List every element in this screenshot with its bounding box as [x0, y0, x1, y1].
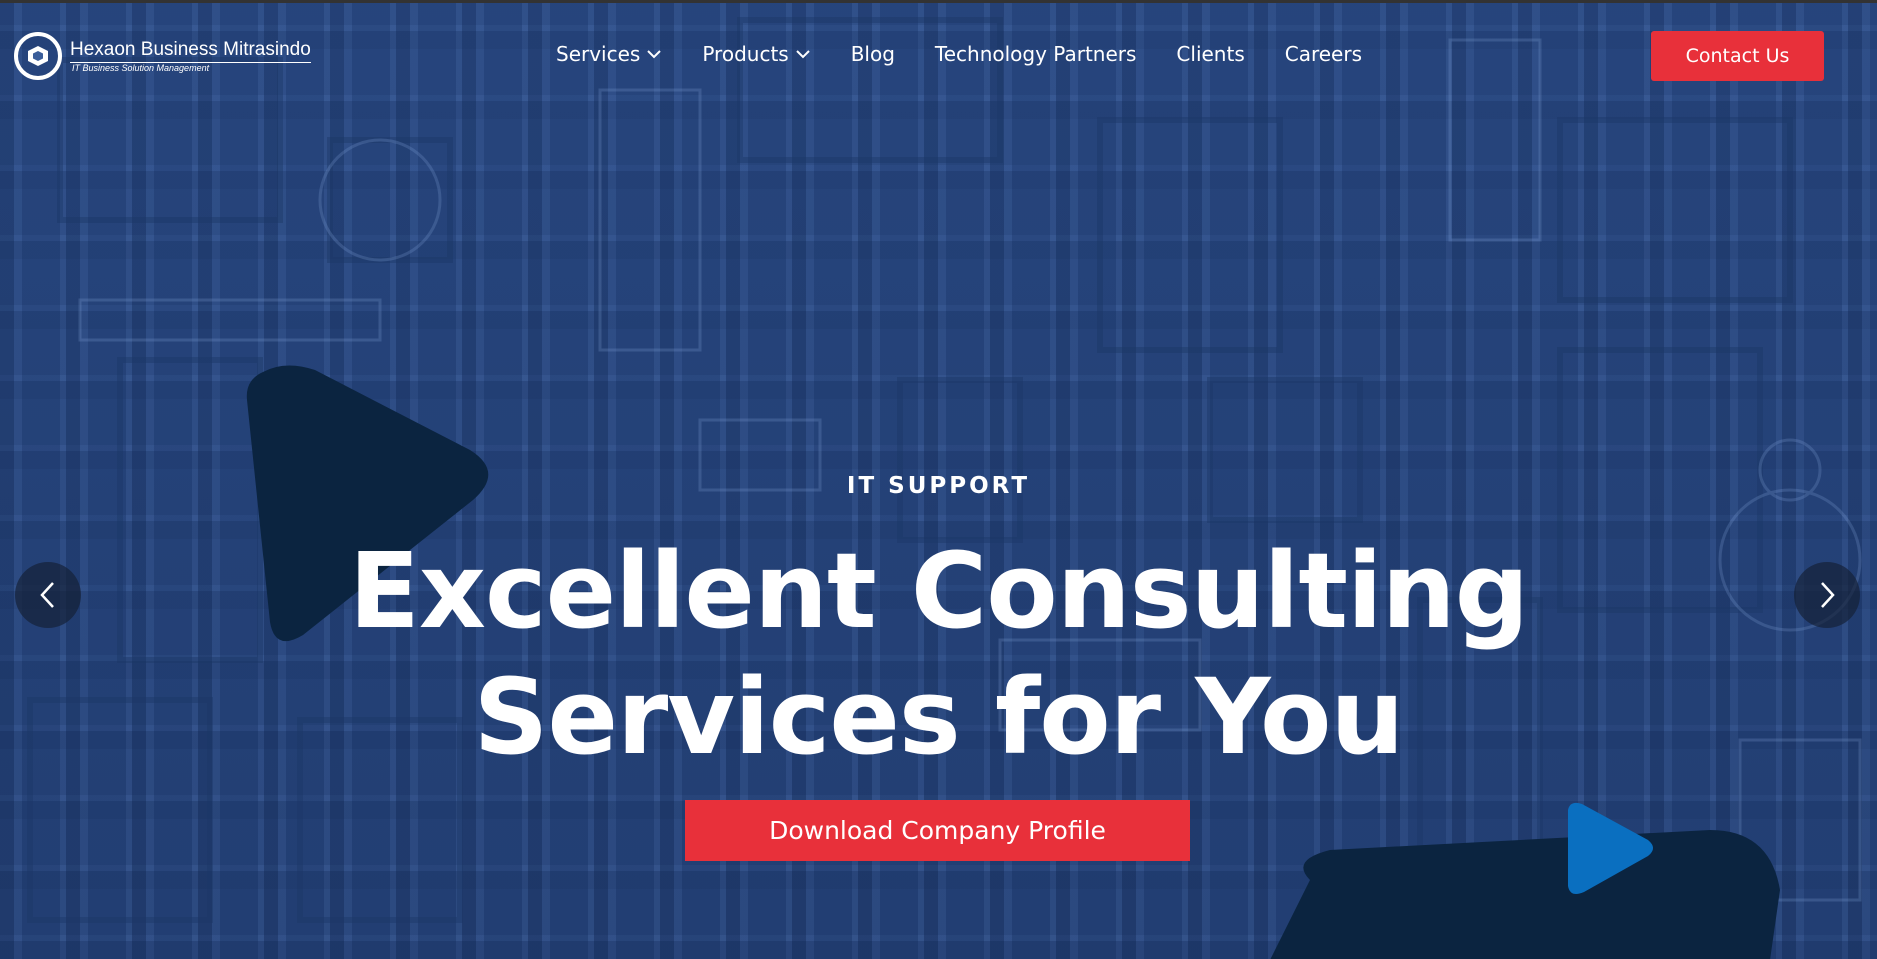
nav-item-label: Blog [850, 42, 895, 66]
download-company-profile-button[interactable]: Download Company Profile [685, 800, 1190, 861]
nav-item-label: Clients [1176, 42, 1245, 66]
nav-item-label: Careers [1284, 42, 1363, 66]
hero-kicker: IT SUPPORT [846, 473, 1031, 499]
nav-item-blog[interactable]: Blog [851, 42, 895, 66]
decorative-bottom-shape [1270, 830, 1780, 959]
slider-next-button[interactable] [1794, 562, 1860, 628]
chevron-down-icon [795, 50, 810, 59]
chevron-left-icon [40, 582, 54, 608]
decorative-play-shape [1568, 802, 1653, 894]
hero-headline: Excellent Consulting Services for You [0, 528, 1877, 780]
nav-item-technology-partners[interactable]: Technology Partners [935, 42, 1137, 66]
nav-item-services[interactable]: Services [556, 42, 662, 66]
nav-item-products[interactable]: Products [702, 42, 810, 66]
nav-item-label: Products [702, 42, 789, 66]
contact-us-button[interactable]: Contact Us [1651, 31, 1824, 81]
brand-tagline: IT Business Solution Management [72, 63, 210, 73]
nav-item-label: Services [556, 42, 641, 66]
main-nav: Services Products Blog Technology Partne… [556, 42, 1362, 66]
nav-item-careers[interactable]: Careers [1285, 42, 1362, 66]
hero-headline-line2: Services for You [473, 656, 1405, 778]
window-top-border [0, 0, 1877, 3]
brand-name: Hexaon Business Mitrasindo [70, 39, 311, 63]
nav-item-clients[interactable]: Clients [1176, 42, 1244, 66]
hero-headline-line1: Excellent Consulting [348, 530, 1529, 652]
hexagon-logo-icon [14, 32, 62, 80]
brand-logo[interactable]: Hexaon Business Mitrasindo IT Business S… [14, 32, 311, 80]
nav-item-label: Technology Partners [934, 42, 1137, 66]
slider-prev-button[interactable] [15, 562, 81, 628]
chevron-right-icon [1821, 582, 1835, 608]
chevron-down-icon [647, 50, 662, 59]
